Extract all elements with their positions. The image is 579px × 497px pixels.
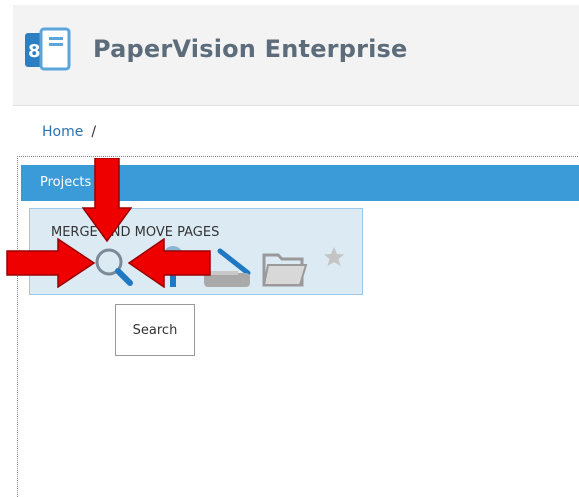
arrow-left-annotation (128, 238, 211, 288)
arrow-right-annotation (6, 238, 96, 288)
arrow-down-annotation (82, 158, 132, 243)
favorite-star-icon[interactable] (322, 245, 346, 269)
papervision-logo-icon[interactable]: 8 (23, 25, 75, 77)
app-title: PaperVision Enterprise (93, 35, 408, 63)
search-tooltip: Search (115, 304, 195, 356)
app-header: 8 PaperVision Enterprise (13, 5, 579, 106)
folder-icon[interactable] (262, 247, 308, 289)
svg-text:8: 8 (28, 41, 41, 62)
breadcrumb-separator: / (91, 124, 97, 140)
breadcrumb-home-link[interactable]: Home (42, 124, 83, 140)
breadcrumb: Home / (42, 124, 96, 140)
